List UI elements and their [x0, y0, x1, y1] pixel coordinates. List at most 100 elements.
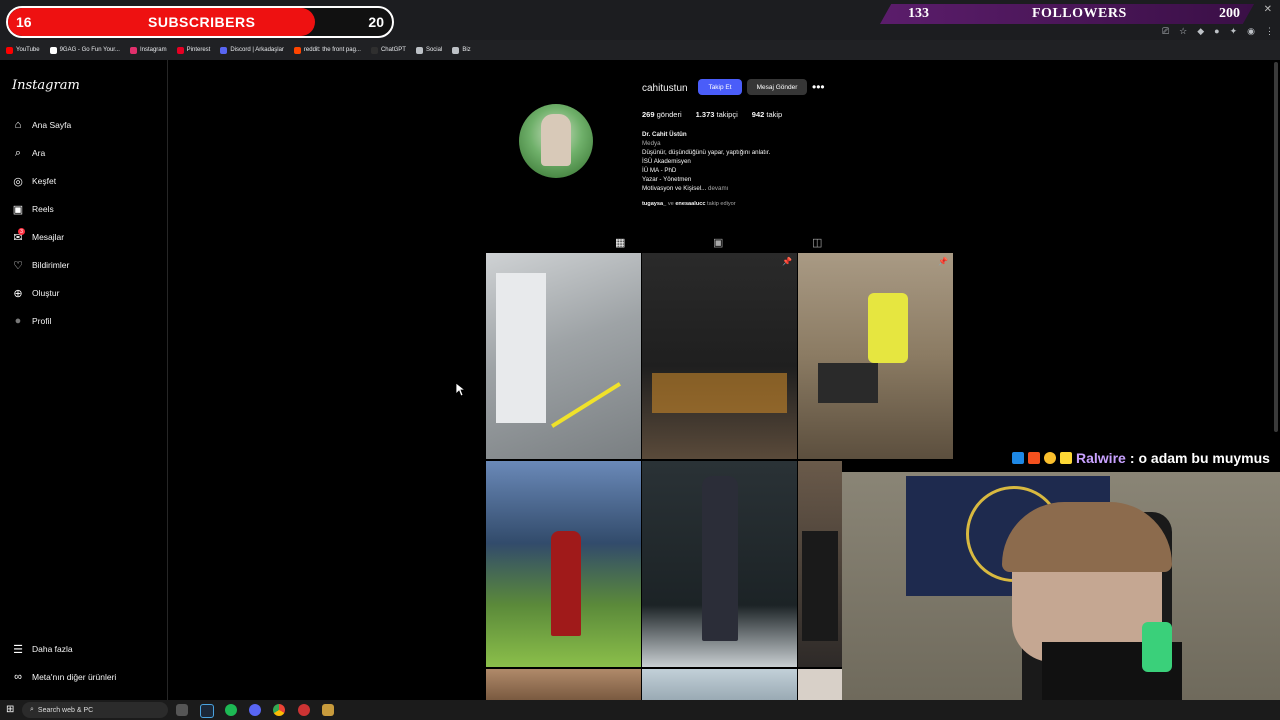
explore-icon: ◎	[13, 175, 23, 188]
windows-taskbar	[0, 700, 1280, 720]
sidebar-item-ana-sayfa[interactable]: ⌂ Ana Sayfa	[12, 119, 72, 131]
sidebar-item-label: Ana Sayfa	[32, 120, 72, 130]
bookmark-item[interactable]: ChatGPT	[370, 46, 406, 54]
notification-badge: 3	[18, 228, 25, 235]
chat-badge-icon	[1044, 452, 1056, 464]
bio-line: İÜ MA - PhD	[642, 167, 677, 174]
sidebar-item-keşfet[interactable]: ◎ Keşfet	[12, 175, 56, 188]
bookmark-item[interactable]: Pinterest	[176, 46, 210, 54]
webcam-feed	[842, 472, 1280, 700]
chat-badge-icon	[1028, 452, 1040, 464]
sidebar-item-label: Profil	[32, 316, 52, 326]
grid-tab-icon[interactable]: ▦	[615, 236, 625, 249]
cast-icon[interactable]: ⎚	[1162, 26, 1169, 37]
menu-dots-icon[interactable]: ⋮	[1265, 26, 1274, 37]
sidebar-item-label: Meta'nın diğer ürünleri	[32, 672, 117, 682]
bio-line: Yazar - Yönetmen	[642, 176, 692, 183]
spotify-icon[interactable]	[225, 704, 237, 716]
menu-icon: ☰	[13, 643, 23, 656]
followed-by-user[interactable]: enesaalucc	[675, 201, 705, 207]
discord-icon	[220, 46, 228, 54]
microphone	[1142, 622, 1172, 672]
followed-by-user[interactable]: tugaysa_	[642, 201, 666, 207]
task-view-icon[interactable]	[176, 704, 188, 716]
message-button[interactable]: Mesaj Gönder	[747, 79, 807, 95]
subscribers-label: SUBSCRIBERS	[148, 14, 256, 30]
pin-icon: 📌	[782, 257, 792, 266]
bio-more-link[interactable]: devamı	[708, 185, 728, 192]
messages-icon: ✉ 3	[12, 228, 25, 244]
post-thumbnail[interactable]	[642, 669, 797, 700]
follow-button[interactable]: Takip Et	[698, 79, 742, 95]
bookmark-item[interactable]: Discord | Arkadaşlar	[220, 46, 284, 54]
profile-bio: Dr. Cahit Üstün Medya Düşünür, düşündüğü…	[642, 130, 842, 193]
discord-icon[interactable]	[249, 704, 261, 716]
bookmark-item[interactable]: Instagram	[129, 46, 167, 54]
bookmarks-bar: YouTube 9GAG - Go Fun Your... Instagram Pin…	[0, 41, 1280, 59]
reels-icon: ▣	[12, 203, 24, 216]
bookmark-item[interactable]: Biz	[452, 46, 471, 54]
post-thumbnail[interactable]: 📌	[798, 253, 953, 459]
search-icon: ⌕	[30, 706, 34, 713]
sidebar-item-mesajlar[interactable]: ✉ 3 Mesajlar	[12, 228, 64, 244]
followers-label: FOLLOWERS	[1032, 6, 1127, 21]
puzzle-icon[interactable]: ✦	[1230, 26, 1238, 37]
stat-following[interactable]: 942 takip	[752, 110, 782, 119]
reels-tab-icon[interactable]: ▣	[713, 236, 723, 249]
taskbar-search-placeholder: Search web & PC	[37, 706, 94, 714]
post-thumbnail[interactable]	[642, 461, 797, 667]
bookmark-item[interactable]: 9GAG - Go Fun Your...	[49, 46, 120, 54]
bookmark-item[interactable]: reddit: the front pag...	[293, 46, 361, 54]
post-thumbnail[interactable]: 📌	[642, 253, 797, 459]
more-options-icon[interactable]: •••	[812, 80, 825, 94]
youtube-icon	[6, 46, 13, 54]
star-icon[interactable]: ☆	[1179, 26, 1187, 37]
stat-followers[interactable]: 1.373 takipçi	[696, 110, 738, 119]
post-thumbnail[interactable]	[486, 669, 641, 700]
profile-username: cahitustun	[642, 83, 688, 94]
subscribers-goal: 20	[368, 14, 384, 30]
search-icon: ⌕	[14, 146, 22, 159]
home-icon: ⌂	[14, 119, 22, 131]
heart-icon: ♡	[13, 259, 23, 272]
post-thumbnail[interactable]	[486, 253, 641, 459]
steam-icon[interactable]	[200, 704, 214, 718]
sidebar-bottom-item[interactable]: ∞ Meta'nın diğer ürünleri	[12, 671, 116, 683]
chrome-icon[interactable]	[273, 704, 285, 716]
sidebar-item-label: Oluştur	[32, 288, 60, 298]
post-thumbnail[interactable]	[798, 461, 842, 667]
followers-current: 133	[908, 6, 929, 21]
sidebar-item-label: Ara	[32, 148, 46, 158]
sidebar-item-profil[interactable]: ● Profil	[12, 315, 52, 327]
stat-posts: 269 gönderi	[642, 110, 682, 119]
chat-badge-icon	[1060, 452, 1072, 464]
sidebar-item-ara[interactable]: ⌕ Ara	[12, 147, 45, 159]
bookmark-item[interactable]: YouTube	[6, 46, 40, 54]
page-scrollbar[interactable]	[1274, 62, 1278, 432]
sidebar-bottom-item[interactable]: ☰ Daha fazla	[12, 643, 73, 656]
extension-icon[interactable]: ●	[1214, 26, 1219, 37]
folder-icon	[452, 46, 460, 54]
profile-avatar[interactable]	[519, 104, 593, 178]
bio-line: Düşünür, düşündüğünü yapar, yaptığını an…	[642, 149, 771, 156]
tagged-tab-icon[interactable]: ◫	[812, 236, 822, 249]
taskbar-search[interactable]: ⌕ Search web & PC	[22, 702, 168, 718]
sidebar-item-bildirimler[interactable]: ♡ Bildirimler	[12, 259, 69, 272]
close-icon[interactable]: ✕	[1264, 4, 1272, 15]
bio-name: Dr. Cahit Üstün	[642, 131, 687, 138]
sidebar-item-oluştur[interactable]: ⊕ Oluştur	[12, 287, 60, 300]
followers-goal-bar: 133 FOLLOWERS 200	[880, 4, 1254, 24]
bookmark-item[interactable]: Social	[415, 46, 442, 54]
post-thumbnail[interactable]	[798, 669, 842, 700]
extension-icon[interactable]: ◆	[1197, 26, 1204, 37]
browser-toolbar-icons: ⎚ ☆ ◆ ● ✦ ◉ ⋮	[1162, 26, 1274, 37]
folder-icon	[415, 46, 423, 54]
profile-icon[interactable]: ◉	[1247, 26, 1255, 37]
windows-start-icon[interactable]: ⊞	[6, 704, 14, 715]
league-icon[interactable]	[322, 704, 334, 716]
bio-line: İSÜ Akademisyen	[642, 158, 691, 165]
instagram-logo[interactable]: Instagram	[12, 78, 80, 93]
post-thumbnail[interactable]	[486, 461, 641, 667]
sidebar-item-reels[interactable]: ▣ Reels	[12, 203, 54, 216]
obs-icon[interactable]	[298, 704, 310, 716]
